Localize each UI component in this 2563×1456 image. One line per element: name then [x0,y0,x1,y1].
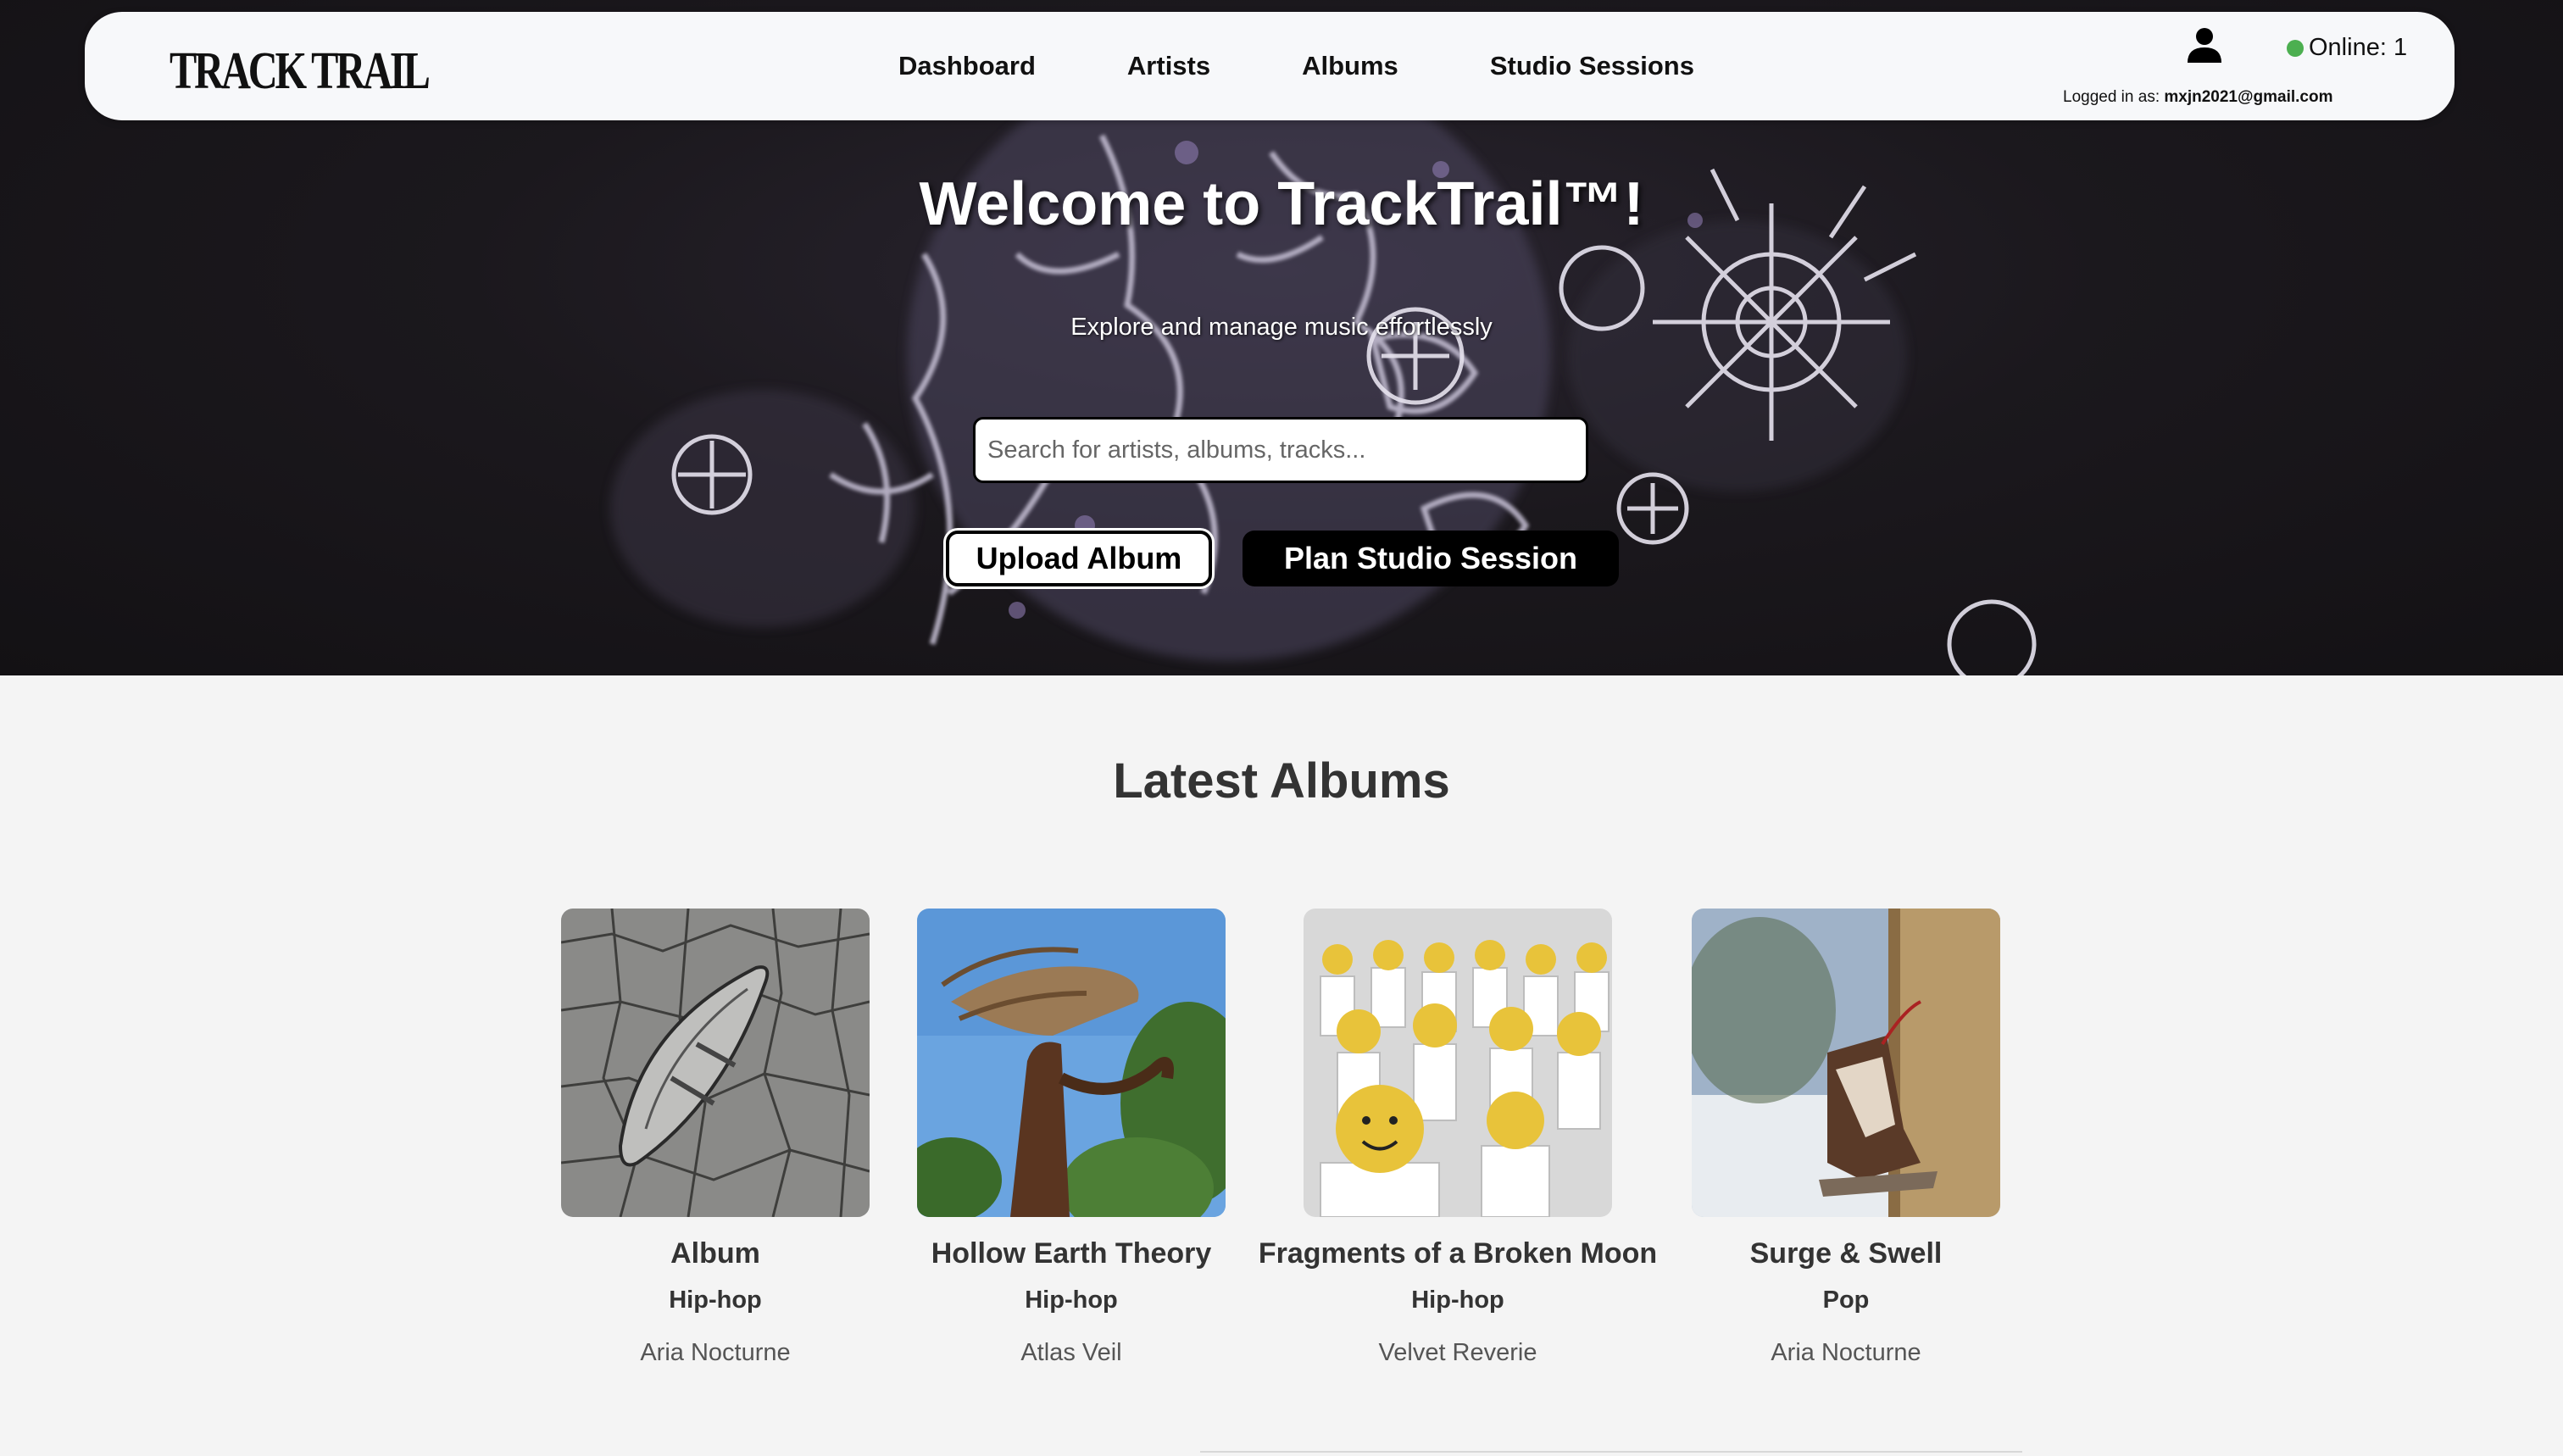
logged-in-prefix: Logged in as: [2063,88,2165,106]
online-count-label: Online: 1 [2309,34,2408,61]
online-status: Online: 1 [2287,31,2407,64]
album-cover-image[interactable] [561,909,870,1217]
album-title: Surge & Swell [1749,1237,1943,1270]
tracktrail-logo[interactable]: TRACK TRAIL [170,37,431,105]
album-artist: Velvet Reverie [1378,1339,1537,1366]
section-divider [1200,1451,2022,1453]
hero-subtitle: Explore and manage music effortlessly [1070,314,1493,341]
nav-links: Dashboard Artists Albums Studio Sessions [898,44,1786,88]
album-title: Album [670,1237,760,1270]
album-genre: Hip-hop [1025,1287,1118,1314]
album-artist: Aria Nocturne [1771,1339,1921,1366]
nav-link-studio-sessions[interactable]: Studio Sessions [1490,44,1694,88]
online-dot-icon [2287,40,2304,57]
top-navbar: TRACK TRAIL Dashboard Artists Albums Stu… [85,12,2455,120]
nav-link-artists[interactable]: Artists [1127,44,1210,88]
nav-link-dashboard[interactable]: Dashboard [898,44,1036,88]
latest-albums-heading: Latest Albums [1113,753,1450,809]
album-genre: Pop [1822,1287,1870,1314]
plan-studio-session-button[interactable]: Plan Studio Session [1243,531,1619,586]
album-title: Hollow Earth Theory [931,1237,1212,1270]
logged-in-info: Logged in as: mxjn2021@gmail.com [2063,85,2333,110]
album-cover-image[interactable] [917,909,1226,1217]
search-input[interactable] [973,417,1588,483]
album-genre: Hip-hop [1411,1287,1504,1314]
album-artist: Aria Nocturne [640,1339,791,1366]
hero-title: Welcome to TrackTrail™! [919,170,1644,238]
album-cover-image[interactable] [1692,909,2000,1217]
nav-link-albums[interactable]: Albums [1302,44,1398,88]
upload-album-button[interactable]: Upload Album [946,531,1212,586]
album-genre: Hip-hop [669,1287,762,1314]
user-email: mxjn2021@gmail.com [2164,88,2333,106]
user-profile-icon[interactable] [2185,25,2224,64]
album-artist: Atlas Veil [1020,1339,1122,1366]
album-title: Fragments of a Broken Moon [1258,1237,1658,1270]
album-cover-image[interactable] [1304,909,1612,1217]
